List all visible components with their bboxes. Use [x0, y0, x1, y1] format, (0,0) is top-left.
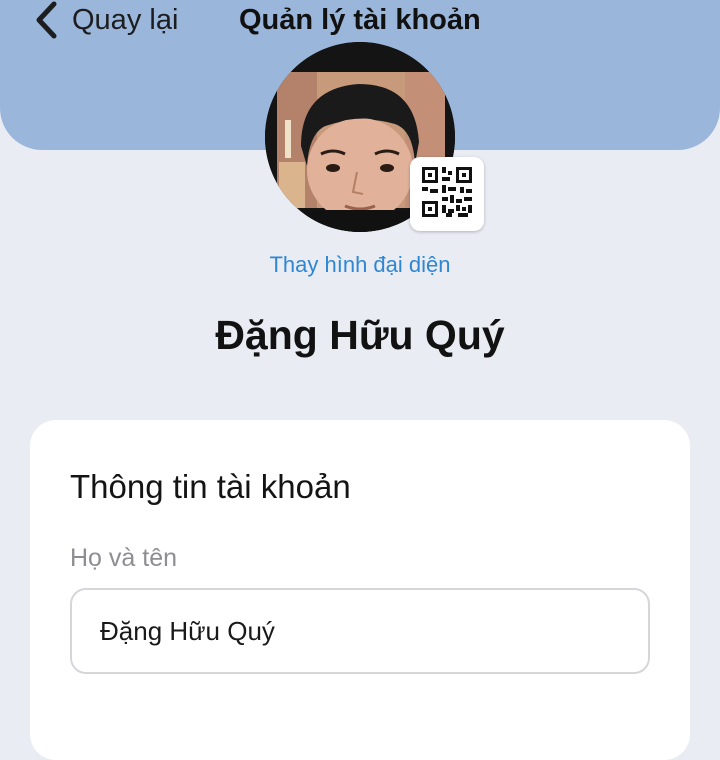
user-name: Đặng Hữu Quý [215, 312, 505, 358]
change-avatar-link[interactable]: Thay hình đại diện [0, 252, 720, 278]
qr-code-icon [420, 165, 474, 224]
full-name-label: Họ và tên [70, 544, 178, 572]
card-title: Thông tin tài khoản [70, 468, 351, 505]
account-info-card: Thông tin tài khoản Họ và tên [30, 420, 690, 760]
chevron-left-icon [34, 1, 58, 39]
full-name-field[interactable] [70, 588, 650, 674]
back-button[interactable]: Quay lại [34, 0, 178, 40]
back-label: Quay lại [72, 3, 179, 36]
qr-code-button[interactable] [410, 157, 484, 231]
page-title: Quản lý tài khoản [239, 4, 481, 36]
avatar-section [265, 42, 484, 232]
